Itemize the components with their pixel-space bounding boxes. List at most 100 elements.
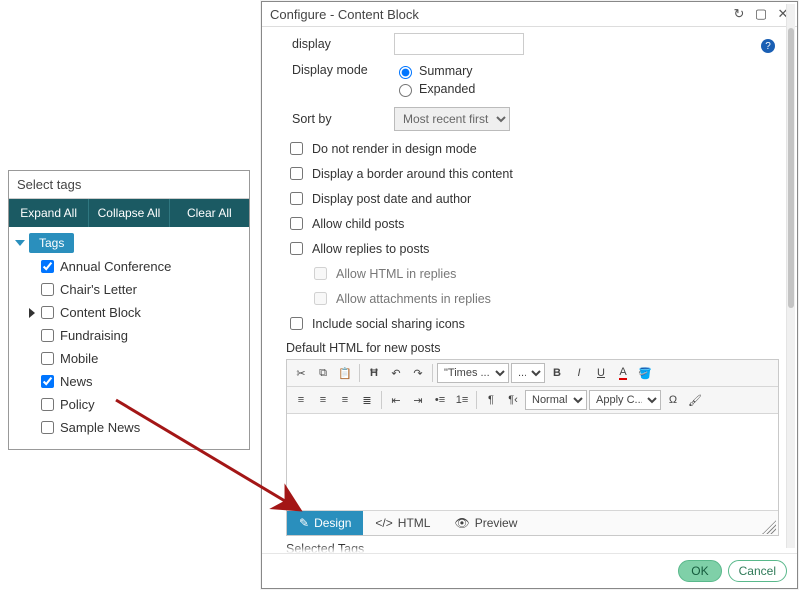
- check-allow-html[interactable]: Allow HTML in replies: [310, 264, 779, 283]
- check-social-box[interactable]: [290, 317, 303, 330]
- check-child-posts[interactable]: Allow child posts: [286, 214, 779, 233]
- radio-summary-input[interactable]: [399, 66, 412, 79]
- ok-button[interactable]: OK: [678, 560, 721, 582]
- maximize-icon[interactable]: ▢: [753, 6, 769, 22]
- refresh-icon[interactable]: ↻: [731, 6, 747, 22]
- align-justify-icon[interactable]: ≣: [357, 390, 377, 410]
- dialog-footer: OK Cancel: [262, 553, 797, 588]
- check-border-box[interactable]: [290, 167, 303, 180]
- bold-icon[interactable]: B: [547, 363, 567, 383]
- underline-icon[interactable]: U: [591, 363, 611, 383]
- tree-item-label: Chair's Letter: [60, 282, 137, 297]
- radio-summary[interactable]: Summary: [394, 63, 475, 79]
- dialog-title: Configure - Content Block: [270, 7, 419, 22]
- font-size-select[interactable]: ...: [511, 363, 545, 383]
- editor-body[interactable]: [287, 414, 778, 510]
- radio-expanded-input[interactable]: [399, 84, 412, 97]
- check-allow-attach-box[interactable]: [314, 292, 327, 305]
- tree-item[interactable]: Fundraising: [15, 324, 243, 347]
- tags-tree-root[interactable]: Tags: [15, 231, 243, 255]
- tree-item-checkbox[interactable]: [41, 306, 54, 319]
- forecolor-icon[interactable]: A: [613, 363, 633, 383]
- indent-icon[interactable]: ⇥: [408, 390, 428, 410]
- cut-icon[interactable]: ✂: [291, 363, 311, 383]
- outdent-icon[interactable]: ⇤: [386, 390, 406, 410]
- tree-item[interactable]: Annual Conference: [15, 255, 243, 278]
- tree-item-checkbox[interactable]: [41, 260, 54, 273]
- check-border[interactable]: Display a border around this content: [286, 164, 779, 183]
- tree-item-checkbox[interactable]: [41, 421, 54, 434]
- dialog-body: ? display Display mode Summary Expanded …: [262, 27, 797, 553]
- redo-icon[interactable]: ↷: [408, 363, 428, 383]
- align-right-icon[interactable]: ≡: [335, 390, 355, 410]
- tree-item-checkbox[interactable]: [41, 398, 54, 411]
- display-mode-label: Display mode: [292, 63, 384, 77]
- undo-icon[interactable]: ↶: [386, 363, 406, 383]
- pilcrow-icon[interactable]: ¶: [481, 390, 501, 410]
- check-post-date[interactable]: Display post date and author: [286, 189, 779, 208]
- check-child-posts-box[interactable]: [290, 217, 303, 230]
- tree-item-checkbox[interactable]: [41, 283, 54, 296]
- copy-icon[interactable]: ⧉: [313, 363, 333, 383]
- check-social[interactable]: Include social sharing icons: [286, 314, 779, 333]
- tab-html[interactable]: </>HTML: [363, 511, 442, 535]
- help-icon[interactable]: ?: [761, 39, 775, 53]
- font-family-select[interactable]: "Times ...: [437, 363, 509, 383]
- display-input[interactable]: [394, 33, 524, 55]
- html-editor: ✂ ⧉ 📋 Ħ ↶ ↷ "Times ... ... B I U A 🪣 ≡ ≡…: [286, 359, 779, 536]
- dialog-titlebar: Configure - Content Block ↻ ▢ ✕: [262, 2, 797, 27]
- check-allow-attach[interactable]: Allow attachments in replies: [310, 289, 779, 308]
- caret-down-icon[interactable]: [15, 240, 25, 246]
- tags-root-label[interactable]: Tags: [29, 233, 74, 253]
- brush-icon[interactable]: 🖌: [685, 390, 705, 410]
- check-replies-box[interactable]: [290, 242, 303, 255]
- tree-item-checkbox[interactable]: [41, 329, 54, 342]
- ltr-icon[interactable]: ¶‹: [503, 390, 523, 410]
- list-ul-icon[interactable]: •≡: [430, 390, 450, 410]
- expand-all-button[interactable]: Expand All: [9, 199, 89, 227]
- editor-footer: ✎Design </>HTML 👁Preview: [287, 510, 778, 535]
- display-label: display: [292, 37, 384, 51]
- radio-expanded[interactable]: Expanded: [394, 81, 475, 97]
- align-left-icon[interactable]: ≡: [291, 390, 311, 410]
- check-no-render[interactable]: Do not render in design mode: [286, 139, 779, 158]
- list-ol-icon[interactable]: 1≡: [452, 390, 472, 410]
- tree-item[interactable]: Content Block: [15, 301, 243, 324]
- backcolor-icon[interactable]: 🪣: [635, 363, 655, 383]
- align-center-icon[interactable]: ≡: [313, 390, 333, 410]
- sort-by-select[interactable]: Most recent first: [394, 107, 510, 131]
- tree-item-checkbox[interactable]: [41, 375, 54, 388]
- expander-icon[interactable]: [27, 308, 37, 318]
- tree-item[interactable]: Chair's Letter: [15, 278, 243, 301]
- cancel-button[interactable]: Cancel: [728, 560, 787, 582]
- editor-toolbar-1: ✂ ⧉ 📋 Ħ ↶ ↷ "Times ... ... B I U A 🪣: [287, 360, 778, 387]
- tab-design[interactable]: ✎Design: [287, 511, 363, 535]
- paragraph-select[interactable]: Normal: [525, 390, 587, 410]
- select-tags-title: Select tags: [9, 171, 249, 199]
- check-no-render-box[interactable]: [290, 142, 303, 155]
- dialog-scrollbar[interactable]: [786, 4, 795, 548]
- tree-item[interactable]: Sample News: [15, 416, 243, 439]
- tab-preview[interactable]: 👁Preview: [442, 511, 529, 535]
- display-mode-options: Summary Expanded: [394, 63, 475, 99]
- pencil-icon: ✎: [299, 516, 309, 530]
- css-class-select[interactable]: Apply C...: [589, 390, 661, 410]
- paste-icon[interactable]: 📋: [335, 363, 355, 383]
- check-replies[interactable]: Allow replies to posts: [286, 239, 779, 258]
- tree-item[interactable]: News: [15, 370, 243, 393]
- resize-grip[interactable]: [762, 520, 776, 534]
- tree-item-checkbox[interactable]: [41, 352, 54, 365]
- scrollbar-thumb[interactable]: [788, 28, 794, 308]
- collapse-all-button[interactable]: Collapse All: [89, 199, 169, 227]
- sort-by-label: Sort by: [292, 112, 384, 126]
- find-icon[interactable]: Ħ: [364, 363, 384, 383]
- check-allow-html-box[interactable]: [314, 267, 327, 280]
- omega-icon[interactable]: Ω: [663, 390, 683, 410]
- check-post-date-box[interactable]: [290, 192, 303, 205]
- italic-icon[interactable]: I: [569, 363, 589, 383]
- tree-item-label: Annual Conference: [60, 259, 171, 274]
- clear-all-button[interactable]: Clear All: [170, 199, 249, 227]
- tree-item[interactable]: Policy: [15, 393, 243, 416]
- tree-item[interactable]: Mobile: [15, 347, 243, 370]
- tree-item-label: Sample News: [60, 420, 140, 435]
